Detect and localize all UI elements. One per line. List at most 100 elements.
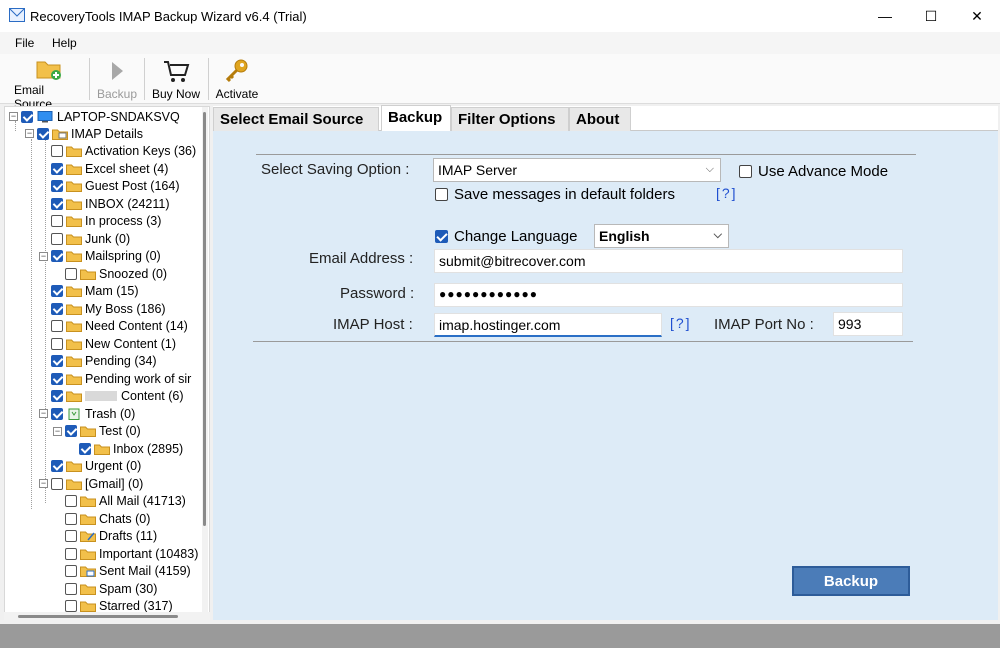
- tree-checkbox[interactable]: [51, 162, 63, 175]
- maximize-button[interactable]: ☐: [908, 0, 954, 32]
- tree-item[interactable]: INBOX (24211): [39, 195, 170, 212]
- imap-port-input[interactable]: 993: [833, 312, 903, 336]
- menu-file[interactable]: File: [15, 36, 34, 50]
- tree-item[interactable]: In process (3): [39, 213, 161, 230]
- language-select[interactable]: English ⌵: [594, 224, 729, 248]
- tree-item[interactable]: My Boss (186): [39, 300, 166, 317]
- collapse-icon[interactable]: −: [39, 409, 48, 418]
- tree-item[interactable]: Important (10483): [53, 545, 198, 562]
- tree-item[interactable]: − IMAP Details: [25, 125, 143, 142]
- tab-about[interactable]: About: [569, 107, 631, 131]
- advance-mode-box[interactable]: [739, 165, 752, 178]
- save-default-folders-checkbox[interactable]: Save messages in default folders: [435, 186, 675, 203]
- tree-item-label: Trash (0): [85, 406, 136, 421]
- collapse-icon[interactable]: −: [39, 479, 48, 488]
- tree-item[interactable]: Junk (0): [39, 230, 130, 247]
- tree-checkbox[interactable]: [65, 530, 77, 542]
- tree-item[interactable]: Snoozed (0): [53, 265, 167, 282]
- tree-item[interactable]: Chats (0): [53, 510, 150, 527]
- tree-item[interactable]: Urgent (0): [39, 458, 141, 475]
- activate-button[interactable]: Activate: [213, 56, 261, 102]
- advance-mode-checkbox[interactable]: Use Advance Mode: [739, 163, 888, 180]
- tree-checkbox[interactable]: [21, 110, 33, 123]
- save-default-box[interactable]: [435, 188, 448, 201]
- menu-help[interactable]: Help: [52, 36, 77, 50]
- tree-checkbox[interactable]: [51, 372, 63, 385]
- buy-now-button[interactable]: Buy Now: [150, 56, 202, 102]
- tree-checkbox[interactable]: [65, 565, 77, 577]
- tree-checkbox[interactable]: [65, 425, 77, 437]
- tab-filter-options[interactable]: Filter Options: [451, 107, 569, 131]
- tab-select-email-source[interactable]: Select Email Source: [213, 107, 379, 131]
- tree-checkbox[interactable]: [65, 600, 77, 612]
- tree-checkbox[interactable]: [51, 215, 63, 227]
- tree-checkbox[interactable]: [51, 145, 63, 157]
- tree-item[interactable]: New Content (1): [39, 335, 176, 352]
- collapse-icon[interactable]: −: [25, 129, 34, 138]
- tree-checkbox[interactable]: [51, 180, 63, 192]
- tree-checkbox[interactable]: [51, 477, 63, 490]
- tree-checkbox[interactable]: [51, 250, 63, 262]
- tree-checkbox[interactable]: [79, 442, 91, 455]
- tree-checkbox[interactable]: [65, 582, 77, 595]
- key-icon: [225, 59, 248, 83]
- tree-item[interactable]: Activation Keys (36): [39, 143, 196, 160]
- password-input[interactable]: ●●●●●●●●●●●●: [434, 283, 903, 307]
- backup-button[interactable]: Backup: [792, 566, 910, 596]
- collapse-icon[interactable]: −: [39, 251, 48, 261]
- tree-checkbox[interactable]: [51, 460, 63, 472]
- tree-item[interactable]: Content (6): [39, 388, 184, 405]
- folder-tree[interactable]: − LAPTOP-SNDAKSVQ − IMAP Details Activatio…: [4, 106, 210, 620]
- tree-root[interactable]: − LAPTOP-SNDAKSVQ: [9, 108, 180, 125]
- tree-item[interactable]: − Trash (0): [39, 405, 135, 422]
- tree-item[interactable]: − Mailspring (0): [39, 248, 161, 265]
- tree-checkbox[interactable]: [65, 547, 77, 560]
- tree-item[interactable]: Drafts (11): [53, 528, 157, 545]
- email-address-input[interactable]: submit@bitrecover.com: [434, 249, 903, 273]
- tree-item[interactable]: Need Content (14): [39, 318, 188, 335]
- tree-checkbox[interactable]: [51, 302, 63, 315]
- folder-icon: [80, 269, 96, 280]
- tree-checkbox[interactable]: [51, 337, 63, 350]
- minimize-button[interactable]: —: [862, 0, 908, 32]
- tab-backup[interactable]: Backup: [381, 105, 451, 131]
- saving-option-select[interactable]: IMAP Server ⌵: [433, 158, 721, 182]
- tree-checkbox[interactable]: [65, 495, 77, 507]
- tree-checkbox[interactable]: [51, 355, 63, 367]
- tree-checkbox[interactable]: [65, 267, 77, 280]
- imap-host-input[interactable]: imap.hostinger.com: [434, 313, 662, 337]
- advance-mode-label: Use Advance Mode: [758, 163, 889, 180]
- collapse-icon[interactable]: −: [53, 426, 62, 436]
- tree-item[interactable]: Mam (15): [39, 283, 138, 300]
- tree-item[interactable]: Sent Mail (4159): [53, 563, 191, 580]
- backup-toolbar-button[interactable]: Backup: [96, 56, 138, 102]
- tree-item[interactable]: Inbox (2895): [67, 440, 183, 457]
- tree-checkbox[interactable]: [51, 320, 63, 332]
- help-link-imap-host[interactable]: [?]: [670, 315, 692, 331]
- tree-item[interactable]: All Mail (41713): [53, 493, 186, 510]
- tree-item[interactable]: Pending work of sir: [39, 370, 191, 387]
- tree-checkbox[interactable]: [51, 285, 63, 297]
- tree-checkbox[interactable]: [51, 407, 63, 420]
- tree-item[interactable]: − Test (0): [53, 423, 141, 440]
- section-divider: [256, 154, 916, 155]
- tree-checkbox[interactable]: [37, 127, 49, 140]
- tree-item-label: Excel sheet (4): [85, 161, 169, 176]
- tree-checkbox[interactable]: [51, 390, 63, 402]
- tree-scroll-thumb[interactable]: [203, 112, 206, 526]
- close-button[interactable]: ✕: [954, 0, 1000, 32]
- collapse-icon[interactable]: −: [9, 112, 18, 121]
- change-language-checkbox[interactable]: Change Language: [435, 228, 577, 245]
- tree-checkbox[interactable]: [65, 512, 77, 525]
- help-link-default-folders[interactable]: [?]: [716, 185, 738, 201]
- tree-item[interactable]: Excel sheet (4): [39, 160, 168, 177]
- tree-checkbox[interactable]: [51, 197, 63, 210]
- tree-item[interactable]: Spam (30): [53, 580, 157, 597]
- tree-checkbox[interactable]: [51, 232, 63, 245]
- tree-item[interactable]: Pending (34): [39, 353, 157, 370]
- tree-item[interactable]: − [Gmail] (0): [39, 475, 143, 492]
- tree-item[interactable]: Guest Post (164): [39, 178, 180, 195]
- email-source-button[interactable]: Email Source: [14, 56, 84, 111]
- change-language-box[interactable]: [435, 230, 448, 243]
- tree-hscroll-thumb[interactable]: [18, 615, 178, 618]
